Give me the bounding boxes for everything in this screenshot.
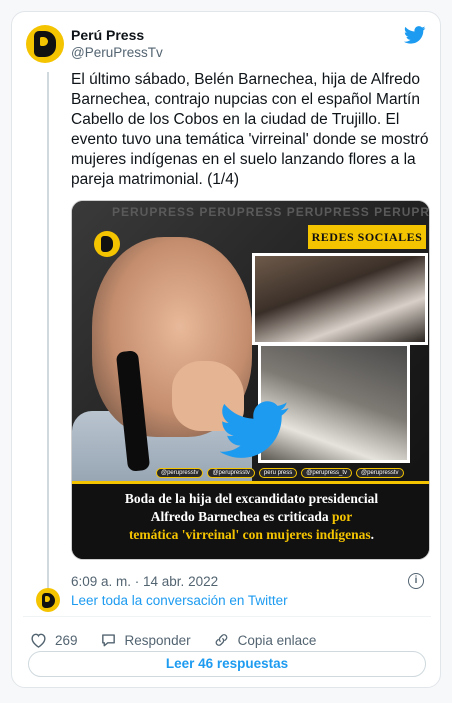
social-handle: @perupresstv <box>156 468 204 478</box>
copy-link-label: Copia enlace <box>237 632 317 648</box>
info-icon[interactable]: i <box>408 573 424 589</box>
section-label: REDES SOCIALES <box>308 225 426 249</box>
caption-highlight: por <box>331 509 353 524</box>
like-count: 269 <box>55 632 78 648</box>
heart-icon <box>31 633 46 648</box>
caption-line-1: Boda de la hija del excandidato presiden… <box>124 491 379 506</box>
author-handle[interactable]: @PeruPressTv <box>71 45 163 60</box>
read-replies-button[interactable]: Leer 46 respuestas <box>28 651 426 677</box>
twitter-bird-icon <box>220 401 289 458</box>
like-button[interactable]: 269 <box>30 632 78 648</box>
tweet-card: Perú Press @PeruPressTv El último sábado… <box>11 11 441 688</box>
tweet-media-image[interactable]: PERUPRESS PERUPRESS PERUPRESS PERUPRESS … <box>71 200 430 560</box>
author-name[interactable]: Perú Press <box>71 27 144 43</box>
perupress-logo-icon <box>94 231 120 257</box>
reply-button[interactable]: Responder <box>100 632 191 648</box>
reply-icon <box>101 634 115 647</box>
caption-line-2: Alfredo Barnechea es criticada por <box>82 508 421 526</box>
author-avatar[interactable] <box>26 25 64 63</box>
caption-line-2-text: Alfredo Barnechea es criticada <box>150 509 332 524</box>
social-handles-row: @perupresstv @perupresstv peru press @pe… <box>156 467 426 479</box>
caption-line-3: temática 'virreinal' con mujeres indígen… <box>82 526 421 544</box>
social-handle: @perupresstv <box>356 468 404 478</box>
media-watermark: PERUPRESS PERUPRESS PERUPRESS PERUPRESS … <box>112 205 430 219</box>
reply-label: Responder <box>124 632 191 648</box>
divider <box>23 616 431 617</box>
thread-line <box>47 72 49 592</box>
wedding-photo-1 <box>252 253 428 345</box>
tweet-actions: 269 Responder Copia enlace <box>30 630 338 650</box>
read-conversation-link[interactable]: Leer toda la conversación en Twitter <box>71 593 288 608</box>
tweet-text: El último sábado, Belén Barnechea, hija … <box>71 71 429 188</box>
media-caption: Boda de la hija del excandidato presiden… <box>72 481 429 559</box>
caption-period: . <box>370 527 375 542</box>
tweet-timestamp[interactable]: 6:09 a. m. · 14 abr. 2022 <box>71 574 218 589</box>
link-icon <box>215 634 227 646</box>
conversation-avatar[interactable] <box>36 588 60 612</box>
social-handle: peru press <box>258 468 298 478</box>
social-handle: @perupresstv <box>207 468 255 478</box>
twitter-logo-icon[interactable] <box>404 26 426 44</box>
social-handle: @perupress_tv <box>301 468 353 478</box>
caption-highlight: temática 'virreinal' con mujeres indígen… <box>128 527 371 542</box>
copy-link-button[interactable]: Copia enlace <box>213 632 317 648</box>
